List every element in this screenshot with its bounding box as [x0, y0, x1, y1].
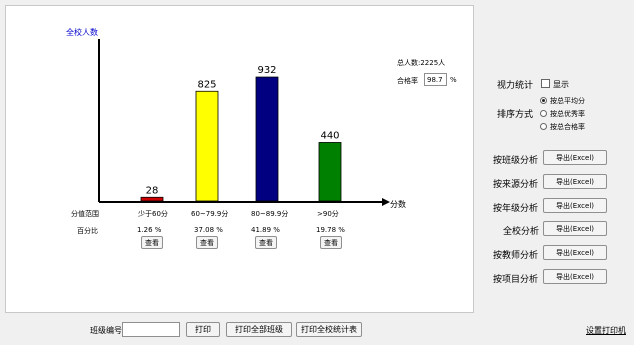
export-source-button[interactable]: 导出(Excel)	[543, 174, 607, 189]
analysis-label: 按教师分析	[493, 251, 539, 261]
sort-option: 按总合格率	[550, 123, 585, 131]
x-axis-arrow	[382, 198, 390, 206]
vision-stats-label: 视力统计	[497, 81, 534, 91]
sort-label: 排序方式	[497, 110, 534, 120]
bar-value-label: 932	[257, 65, 276, 76]
sort-radio-pass[interactable]	[540, 123, 547, 130]
analysis-label: 按项目分析	[493, 275, 539, 285]
sort-option: 按总平均分	[550, 97, 585, 105]
pass-rate-input[interactable]	[424, 73, 447, 86]
chart-panel: 全校人数 28825932440 分数 总人数:2225人 合格率 % 分值范围…	[5, 5, 474, 313]
sort-radio-avg[interactable]	[540, 97, 547, 104]
percent-cell: 19.78 %	[316, 226, 345, 234]
class-no-label: 班级编号	[90, 326, 122, 335]
analysis-label: 按年级分析	[493, 204, 539, 214]
print-button[interactable]: 打印	[186, 322, 220, 337]
show-checkbox[interactable]	[541, 79, 550, 88]
pass-rate-label: 合格率	[397, 77, 418, 85]
export-grade-button[interactable]: 导出(Excel)	[543, 198, 607, 213]
bar-value-label: 28	[146, 185, 159, 196]
export-school-button[interactable]: 导出(Excel)	[543, 221, 607, 236]
range-cell: 少于60分	[138, 210, 168, 218]
range-row-label: 分值范围	[71, 210, 99, 218]
bar	[318, 142, 342, 202]
bar	[140, 196, 164, 202]
bar	[195, 90, 219, 202]
bar-value-label: 825	[197, 79, 216, 90]
percent-row-label: 百分比	[77, 227, 98, 235]
range-cell: >90分	[317, 210, 339, 218]
view-button[interactable]: 查看	[141, 236, 163, 249]
bar	[255, 76, 279, 202]
class-no-input[interactable]	[122, 322, 180, 337]
view-button[interactable]: 查看	[320, 236, 342, 249]
percent-cell: 41.89 %	[251, 226, 280, 234]
print-all-classes-button[interactable]: 打印全部班级	[226, 322, 292, 337]
analysis-label: 按班级分析	[493, 156, 539, 166]
print-school-stats-button[interactable]: 打印全校统计表	[296, 322, 362, 337]
total-count: 总人数:2225人	[397, 59, 446, 67]
percent-cell: 1.26 %	[137, 226, 162, 234]
view-button[interactable]: 查看	[255, 236, 277, 249]
x-axis-label: 分数	[390, 200, 406, 209]
score-bar-chart: 28 825 932 440	[98, 39, 390, 206]
export-teacher-button[interactable]: 导出(Excel)	[543, 245, 607, 260]
range-cell: 60~79.9分	[191, 210, 229, 218]
range-cell: 80~89.9分	[251, 210, 289, 218]
view-button[interactable]: 查看	[196, 236, 218, 249]
export-item-button[interactable]: 导出(Excel)	[543, 269, 607, 284]
pass-rate-unit: %	[450, 76, 457, 84]
show-label: 显示	[553, 80, 569, 89]
printer-settings-link[interactable]: 设置打印机	[586, 325, 626, 336]
sort-option: 按总优秀率	[550, 110, 585, 118]
sort-radio-excellent[interactable]	[540, 110, 547, 117]
analysis-label: 全校分析	[503, 227, 540, 237]
export-class-button[interactable]: 导出(Excel)	[543, 150, 607, 165]
bar-value-label: 440	[320, 130, 339, 141]
analysis-label: 按来源分析	[493, 180, 539, 190]
percent-cell: 37.08 %	[194, 226, 223, 234]
